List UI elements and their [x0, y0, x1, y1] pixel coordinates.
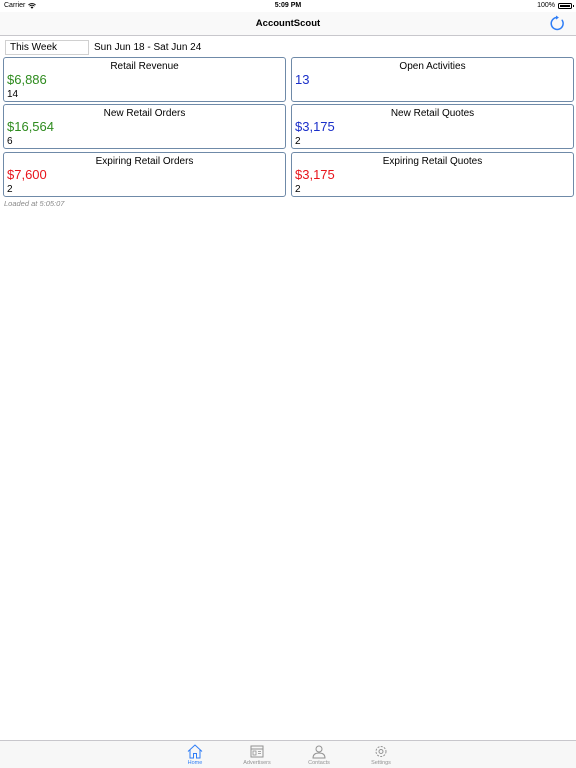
card-title: Expiring Retail Orders	[95, 156, 194, 167]
card-value: $6,886	[7, 72, 47, 87]
card-title: New Retail Orders	[103, 108, 186, 119]
card-count: 2	[295, 184, 301, 195]
tab-bar: Home Advertisers Contacts Settings	[0, 740, 576, 768]
gear-icon	[375, 746, 387, 757]
home-icon	[187, 744, 203, 759]
battery-icon	[558, 2, 574, 9]
tab-contacts[interactable]: Contacts	[299, 741, 339, 768]
period-filter: This Week Sun Jun 18 - Sat Jun 24	[5, 39, 201, 55]
status-time: 5:09 PM	[274, 2, 302, 9]
card-retail-revenue[interactable]: Retail Revenue $6,886 14	[3, 57, 286, 102]
card-count: 2	[295, 136, 301, 147]
tab-label: Advertisers	[243, 760, 271, 766]
card-value: $7,600	[7, 167, 47, 182]
contacts-icon	[312, 745, 326, 759]
tab-label: Settings	[371, 760, 391, 766]
card-value: $3,175	[295, 167, 335, 182]
card-value: $3,175	[295, 119, 335, 134]
card-count: 14	[7, 89, 19, 100]
tab-home[interactable]: Home	[175, 741, 215, 768]
tab-label: Home	[187, 760, 203, 766]
card-count: 6	[7, 136, 13, 147]
card-expiring-retail-quotes[interactable]: Expiring Retail Quotes $3,175 2	[291, 152, 574, 197]
page-title: AccountScout	[255, 18, 321, 29]
card-title: Open Activities	[399, 61, 466, 72]
card-open-activities[interactable]: Open Activities 13	[291, 57, 574, 102]
date-range: Sun Jun 18 - Sat Jun 24	[94, 41, 202, 53]
tab-label: Contacts	[308, 760, 330, 766]
card-value: $16,564	[7, 119, 54, 134]
card-value: 13	[295, 72, 310, 87]
card-title: Retail Revenue	[110, 61, 179, 72]
card-new-retail-orders[interactable]: New Retail Orders $16,564 6	[3, 104, 286, 149]
tab-settings[interactable]: Settings	[361, 741, 401, 768]
loaded-timestamp: Loaded at 5:05:07	[4, 199, 65, 208]
tab-advertisers[interactable]: Advertisers	[237, 741, 277, 768]
card-count: 2	[7, 184, 13, 195]
card-expiring-retail-orders[interactable]: Expiring Retail Orders $7,600 2	[3, 152, 286, 197]
battery-group: 100%	[537, 2, 574, 9]
navigation-bar: AccountScout	[0, 12, 576, 36]
refresh-icon[interactable]	[549, 15, 566, 32]
card-title: New Retail Quotes	[390, 108, 475, 119]
card-title: Expiring Retail Quotes	[382, 156, 483, 167]
status-bar: Carrier 5:09 PM 100%	[0, 0, 576, 12]
advertisers-icon	[250, 745, 264, 758]
period-select[interactable]: This Week	[5, 39, 89, 55]
card-new-retail-quotes[interactable]: New Retail Quotes $3,175 2	[291, 104, 574, 149]
battery-percent: 100%	[537, 2, 555, 9]
